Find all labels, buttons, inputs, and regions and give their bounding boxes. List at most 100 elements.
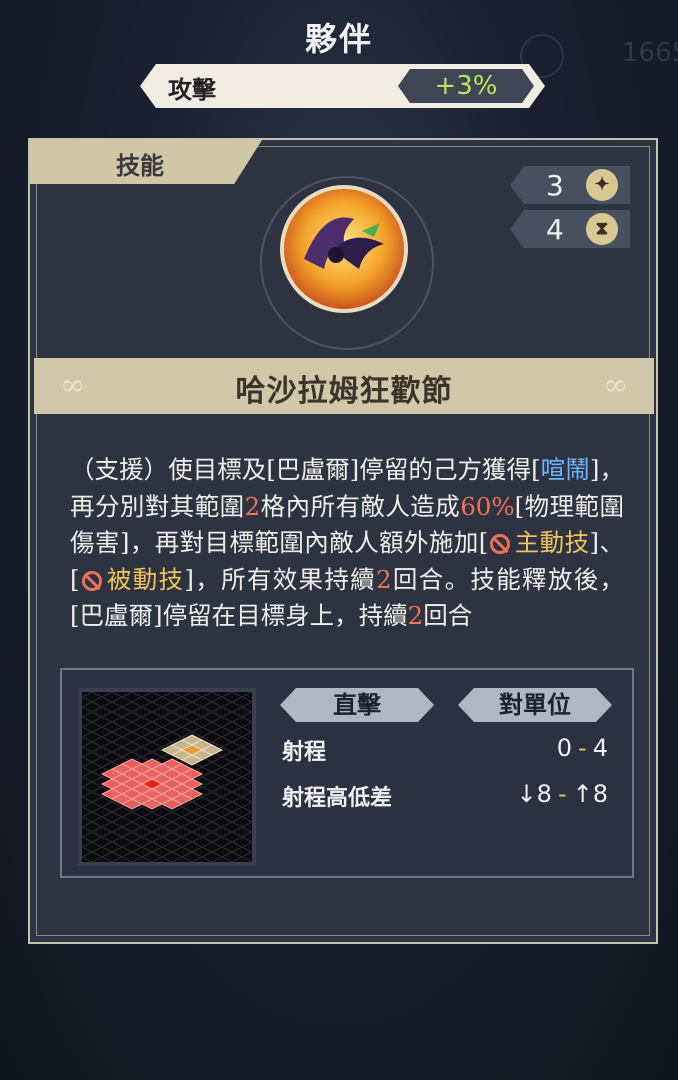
grid-cell — [82, 851, 104, 862]
skill-description: （支援）使目標及[巴盧爾]停留的己方獲得[喧鬧]，再分別對其範圍2格內所有敵人造… — [70, 452, 624, 646]
grid-cell — [110, 746, 134, 758]
prohibit-icon — [81, 570, 102, 591]
grid-cell — [220, 711, 244, 723]
grid-cell — [82, 821, 104, 833]
grid-cell — [160, 841, 184, 853]
grid-cell — [220, 801, 244, 813]
grid-cell — [220, 701, 244, 713]
grid-cell — [140, 831, 164, 843]
skill-emblem-icon[interactable] — [280, 185, 408, 313]
grid-cell — [90, 726, 114, 738]
range-max: 4 — [592, 734, 608, 762]
grid-cell — [130, 716, 154, 728]
grid-cell — [230, 736, 252, 748]
grid-cell — [140, 821, 164, 833]
grid-cell — [120, 851, 144, 862]
grid-cell — [150, 846, 174, 858]
grid-cell — [100, 721, 124, 733]
grid-cell — [82, 796, 94, 808]
grid-cell — [160, 721, 184, 733]
range-grid-map — [78, 688, 256, 866]
grid-cell — [170, 846, 194, 858]
grid-cell — [90, 846, 114, 858]
grid-cell — [240, 811, 252, 823]
grid-cell — [210, 786, 234, 798]
grid-cell — [120, 811, 144, 823]
grid-cell — [240, 731, 252, 743]
grid-cell — [240, 711, 252, 723]
grid-cell — [140, 711, 164, 723]
grid-cell — [150, 696, 174, 708]
grid-cell — [110, 846, 134, 858]
grid-cell — [100, 801, 124, 813]
grid-cell — [190, 846, 214, 858]
grid-cell — [150, 692, 174, 698]
grid-cell — [82, 786, 94, 798]
grid-cell — [82, 826, 94, 838]
grid-cell — [170, 836, 194, 848]
grid-cell — [82, 766, 94, 778]
grid-cell — [110, 856, 134, 862]
grid-cell — [82, 726, 94, 738]
grid-cell — [240, 821, 252, 833]
grid-cell — [140, 701, 164, 713]
grid-cell — [110, 692, 134, 698]
grid-cell — [110, 806, 134, 818]
grid-cell — [210, 856, 234, 862]
grid-cell — [210, 726, 234, 738]
grid-cell — [240, 841, 252, 853]
grid-cell — [150, 736, 174, 748]
grid-cell — [82, 701, 104, 713]
grid-cell — [220, 741, 244, 753]
grid-cell — [240, 741, 252, 753]
grid-cell — [220, 692, 244, 703]
desc-text: 回合 — [423, 601, 473, 630]
grid-cell — [82, 731, 104, 743]
grid-cell — [230, 692, 252, 698]
grid-cell — [90, 826, 114, 838]
grid-cell — [240, 771, 252, 783]
debuff-passive-skill[interactable]: 被動技 — [106, 565, 185, 594]
grid-cell — [82, 831, 104, 843]
grid-cell — [82, 692, 104, 703]
grid-cell — [190, 696, 214, 708]
grid-cell — [200, 701, 224, 713]
grid-cell — [150, 726, 174, 738]
range-dash: - — [578, 734, 587, 762]
grid-cell — [210, 836, 234, 848]
grid-cell — [210, 756, 234, 768]
skill-cooldown-value: 4 — [546, 213, 564, 246]
grid-cell — [200, 811, 224, 823]
grid-cell — [240, 791, 252, 803]
grid-cell — [82, 816, 94, 828]
grid-cell — [230, 746, 252, 758]
grid-cell — [82, 756, 94, 768]
grid-cell — [230, 846, 252, 858]
grid-cell — [130, 826, 154, 838]
hourglass-icon: ⧗ — [586, 213, 618, 245]
grid-cell — [210, 706, 234, 718]
buff-name[interactable]: 喧鬧 — [541, 455, 590, 484]
tab-skill[interactable]: 技能 — [30, 140, 262, 184]
currency-count: 1665 — [622, 38, 678, 68]
grid-cell — [130, 696, 154, 708]
grid-cell — [200, 771, 224, 783]
grid-cell — [220, 751, 244, 763]
skill-cost: 3 ✦ — [510, 166, 630, 204]
grid-cell — [170, 692, 194, 698]
grid-cell — [170, 856, 194, 862]
grid-cell — [110, 736, 134, 748]
debuff-active-skill[interactable]: 主動技 — [514, 528, 589, 557]
grid-cell — [240, 831, 252, 843]
grid-cell — [120, 841, 144, 853]
skill-cooldown: 4 ⧗ — [510, 210, 630, 248]
desc-text: ]，所有效果持續 — [184, 564, 377, 594]
grid-cell — [200, 791, 224, 803]
grid-cell — [220, 821, 244, 833]
star-icon: ✦ — [586, 169, 618, 201]
grid-cell — [120, 731, 144, 743]
grid-cell — [150, 856, 174, 862]
grid-cell — [82, 736, 94, 748]
grid-cell — [240, 701, 252, 713]
grid-cell — [82, 746, 94, 758]
